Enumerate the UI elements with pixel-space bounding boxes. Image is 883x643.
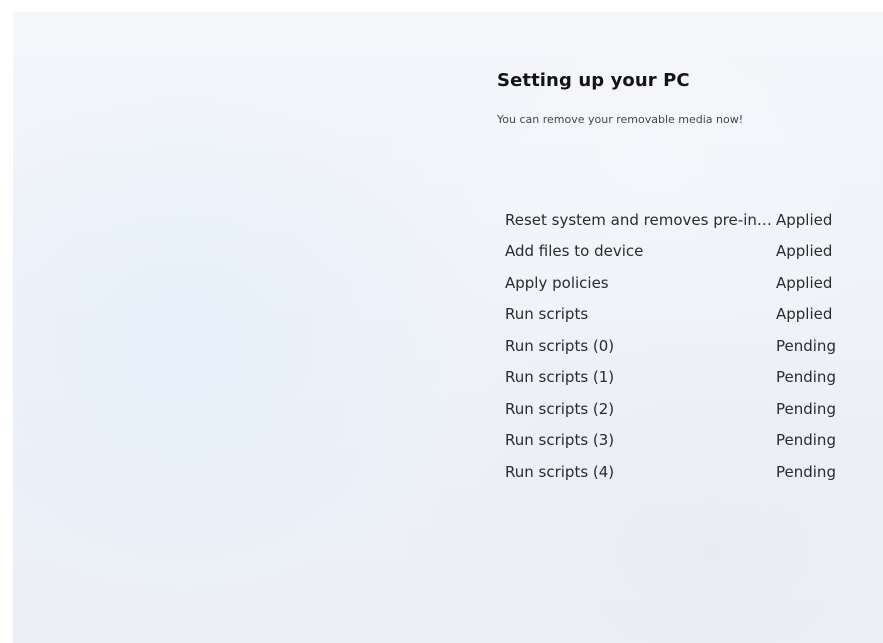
task-status: Pending <box>776 462 836 481</box>
task-status: Pending <box>776 368 836 387</box>
task-row: Run scripts (3) Pending <box>505 425 850 457</box>
task-name: Run scripts (1) <box>505 368 615 387</box>
task-status: Applied <box>776 242 833 261</box>
task-name: Run scripts (3) <box>505 431 615 450</box>
page-title: Setting up your PC <box>497 70 690 91</box>
task-status: Applied <box>776 305 833 324</box>
task-status: Pending <box>776 399 836 418</box>
task-row: Reset system and removes pre-installed a… <box>505 204 850 236</box>
task-list: Reset system and removes pre-installed a… <box>505 204 850 488</box>
task-status: Pending <box>776 431 836 450</box>
task-row: Run scripts (1) Pending <box>505 362 850 394</box>
task-status: Pending <box>776 336 836 355</box>
task-name: Run scripts (0) <box>505 336 615 355</box>
task-row: Add files to device Applied <box>505 236 850 268</box>
task-status: Applied <box>776 210 833 229</box>
setup-screen: Setting up your PC You can remove your r… <box>13 12 883 643</box>
page-subtitle: You can remove your removable media now! <box>497 113 744 126</box>
task-status: Applied <box>776 273 833 292</box>
task-row: Run scripts Applied <box>505 299 850 331</box>
task-name: Add files to device <box>505 242 644 261</box>
task-row: Run scripts (4) Pending <box>505 456 850 488</box>
task-name: Apply policies <box>505 273 609 292</box>
task-name: Run scripts <box>505 305 589 324</box>
setup-panel: Setting up your PC You can remove your r… <box>497 70 867 481</box>
task-name: Run scripts (2) <box>505 399 615 418</box>
task-row: Run scripts (0) Pending <box>505 330 850 362</box>
task-name: Reset system and removes pre-installed a… <box>505 210 776 229</box>
task-name: Run scripts (4) <box>505 462 615 481</box>
task-row: Run scripts (2) Pending <box>505 393 850 425</box>
task-row: Apply policies Applied <box>505 267 850 299</box>
